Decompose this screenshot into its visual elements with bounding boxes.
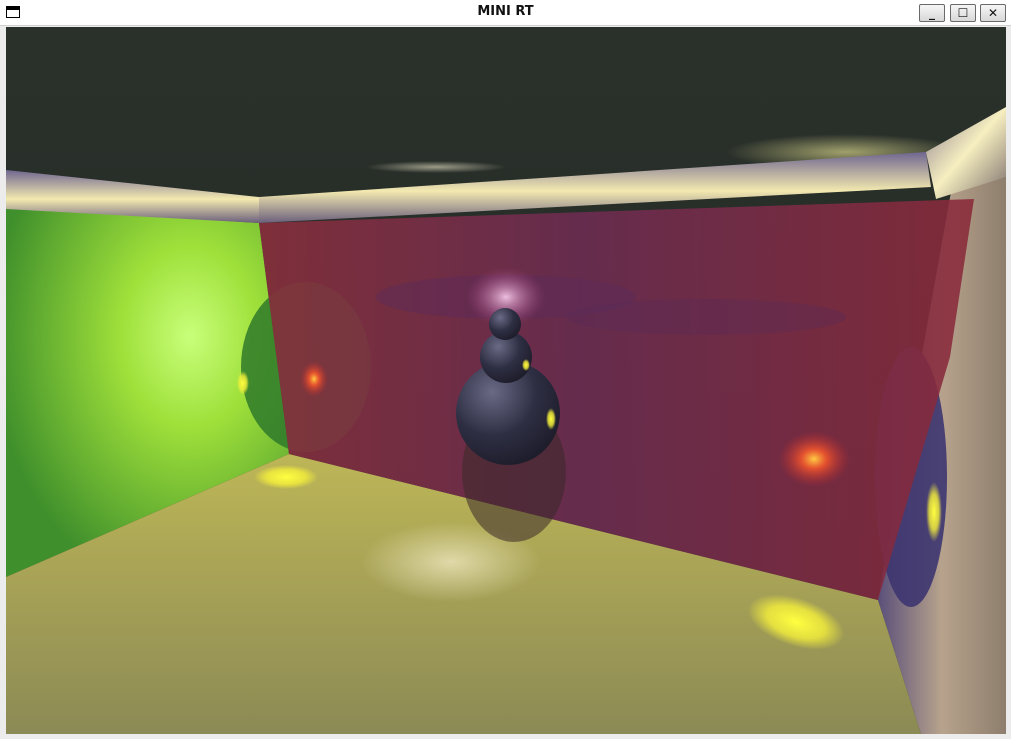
back-wall-highlight xyxy=(300,361,328,397)
app-window: MINI RT _ ☐ ✕ xyxy=(0,0,1011,739)
ceiling-highlight xyxy=(366,161,506,173)
window-title: MINI RT xyxy=(477,4,534,19)
floor-highlight xyxy=(254,465,318,489)
maximize-button[interactable]: ☐ xyxy=(950,4,976,22)
green-sphere-highlight xyxy=(237,371,249,395)
title-bar[interactable]: MINI RT _ ☐ ✕ xyxy=(0,0,1011,26)
small-sphere xyxy=(489,308,521,340)
back-wall-shadow xyxy=(566,299,846,335)
raytraced-scene xyxy=(6,27,1006,734)
minimize-button[interactable]: _ xyxy=(919,4,945,22)
right-sphere-highlight xyxy=(926,482,942,542)
sphere-highlight xyxy=(522,359,530,371)
close-button[interactable]: ✕ xyxy=(980,4,1006,22)
sphere-highlight xyxy=(546,408,556,430)
back-wall-highlight xyxy=(778,431,850,487)
render-viewport xyxy=(6,27,1006,734)
